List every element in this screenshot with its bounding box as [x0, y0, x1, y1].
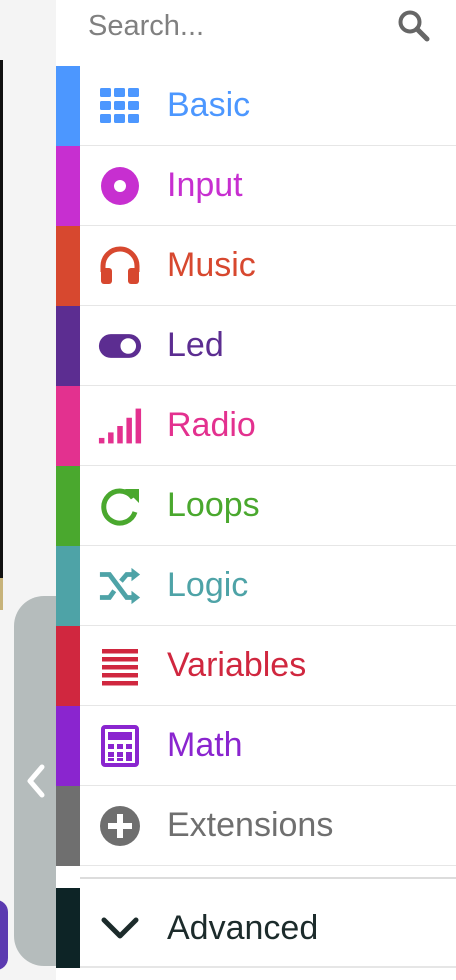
category-radio[interactable]: Radio: [56, 386, 456, 466]
category-basic[interactable]: Basic: [56, 66, 456, 146]
category-color-bar: [56, 66, 80, 146]
category-label: Extensions: [167, 806, 334, 844]
category-music[interactable]: Music: [56, 226, 456, 306]
category-label: Math: [167, 726, 243, 764]
category-label: Music: [167, 246, 256, 284]
editor-edge-border: [0, 60, 3, 580]
calculator-icon: [101, 725, 139, 767]
toolbox-panel: Basic Input Music: [56, 0, 456, 980]
divider: [80, 877, 456, 879]
search-icon[interactable]: [396, 8, 432, 44]
category-label: Variables: [167, 646, 307, 684]
category-label: Radio: [167, 406, 256, 444]
category-color-bar: [56, 888, 80, 968]
category-led[interactable]: Led: [56, 306, 456, 386]
category-color-bar: [56, 306, 80, 386]
headphones-icon: [100, 246, 140, 284]
category-label: Advanced: [167, 909, 319, 947]
search-bar: [56, 0, 456, 66]
category-variables[interactable]: Variables: [56, 626, 456, 706]
category-color-bar: [56, 626, 80, 706]
category-color-bar: [56, 786, 80, 866]
category-list: Basic Input Music Led Radio Loops Logic …: [56, 66, 456, 866]
category-color-bar: [56, 226, 80, 306]
list-icon: [102, 649, 138, 686]
simulator-button-edge[interactable]: [0, 900, 8, 970]
toggle-icon: [98, 334, 142, 358]
category-label: Input: [167, 166, 243, 204]
category-advanced[interactable]: Advanced: [56, 888, 456, 968]
category-label: Loops: [167, 486, 260, 524]
category-input[interactable]: Input: [56, 146, 456, 226]
chevron-down-icon: [101, 917, 139, 939]
category-extensions[interactable]: Extensions: [56, 786, 456, 866]
signal-bars-icon: [98, 408, 142, 444]
category-color-bar: [56, 146, 80, 226]
category-label: Led: [167, 326, 224, 364]
category-color-bar: [56, 386, 80, 466]
collapse-toolbox-button[interactable]: [14, 596, 58, 966]
category-math[interactable]: Math: [56, 706, 456, 786]
plus-circle-icon: [100, 806, 140, 846]
editor-edge-accent: [0, 578, 3, 610]
category-label: Basic: [167, 86, 251, 124]
grid-icon: [100, 88, 139, 123]
search-input[interactable]: [88, 6, 378, 46]
category-color-bar: [56, 706, 80, 786]
category-logic[interactable]: Logic: [56, 546, 456, 626]
chevron-left-icon: [27, 764, 45, 798]
category-color-bar: [56, 546, 80, 626]
refresh-icon: [101, 488, 139, 526]
record-icon: [101, 167, 139, 205]
category-label: Logic: [167, 566, 249, 604]
category-loops[interactable]: Loops: [56, 466, 456, 546]
category-color-bar: [56, 466, 80, 546]
divider: [80, 966, 456, 968]
shuffle-icon: [99, 567, 141, 605]
